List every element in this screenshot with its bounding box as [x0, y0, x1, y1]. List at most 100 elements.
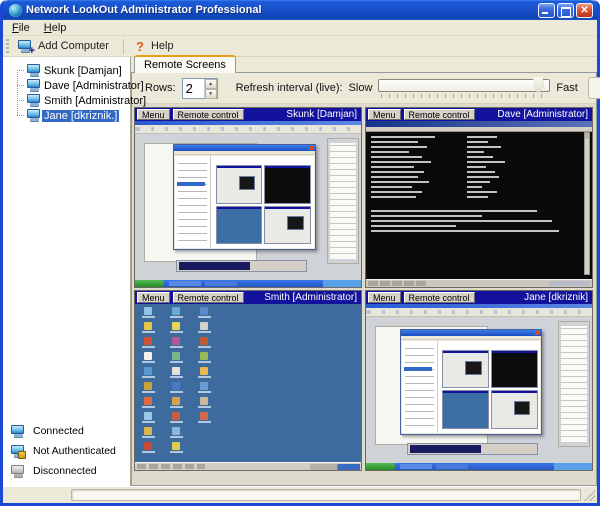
terminal-text-line — [369, 191, 582, 193]
desktop-icon — [167, 322, 187, 334]
desktop-icon — [167, 352, 187, 364]
panel-header: Menu Remote control Jane [dkriznik] — [366, 291, 592, 304]
remote-screens-page: Rows: 2 ▲ ▼ Refresh interval (live): Slo… — [131, 73, 597, 486]
minimize-button[interactable] — [538, 3, 555, 18]
desktop-icon — [167, 442, 187, 454]
panel-menu-button[interactable]: Menu — [137, 292, 170, 303]
desktop-icon — [195, 337, 215, 349]
terminal-text-line — [369, 210, 582, 212]
terminal-text-line — [369, 141, 582, 143]
tab-remote-screens[interactable]: Remote Screens — [134, 55, 236, 73]
desktop-icon — [139, 367, 159, 379]
computer-plus-icon — [17, 40, 33, 53]
tree-item-smith[interactable]: Smith [Administrator] — [3, 93, 130, 108]
terminal-text-line — [369, 230, 582, 232]
remote-panel-skunk: Menu Remote control Skunk [Damjan] — [134, 107, 362, 288]
panel-remote-control-button[interactable]: Remote control — [173, 109, 244, 120]
desktop-icon — [139, 427, 159, 439]
terminal-text-line — [369, 166, 582, 168]
desktop-icon — [195, 412, 215, 424]
remote-screen-thumbnail-skunk[interactable] — [135, 121, 361, 287]
menu-file[interactable]: File — [5, 21, 37, 35]
panel-computer-name: Smith [Administrator] — [247, 292, 359, 303]
refresh-interval-slider[interactable] — [378, 76, 550, 100]
status-field — [71, 489, 581, 501]
close-button[interactable] — [576, 3, 593, 18]
panel-computer-name: Jane [dkriznik] — [478, 292, 590, 303]
panel-remote-control-button[interactable]: Remote control — [404, 109, 475, 120]
panel-computer-name: Skunk [Damjan] — [247, 109, 359, 120]
desktop-icon — [139, 382, 159, 394]
scrollbar — [584, 132, 590, 275]
controls-bar: Rows: 2 ▲ ▼ Refresh interval (live): Slo… — [132, 73, 596, 104]
help-label: Help — [151, 40, 174, 52]
terminal-text-line — [369, 196, 582, 198]
terminal-text-line — [369, 156, 582, 158]
desktop-icon — [195, 322, 215, 334]
panel-menu-button[interactable]: Menu — [368, 109, 401, 120]
desktop-icon — [167, 367, 187, 379]
terminal-text-line — [369, 186, 582, 188]
remote-screen-thumbnail-smith[interactable] — [135, 304, 361, 470]
computer-tree-sidebar: Skunk [Damjan] Dave [Administrator] Smit… — [3, 57, 131, 486]
panel-menu-button[interactable]: Menu — [368, 292, 401, 303]
toolbar-grip[interactable] — [6, 39, 9, 54]
desktop-icon — [167, 382, 187, 394]
window-title: Network LookOut Administrator Profession… — [26, 4, 538, 16]
terminal-text-line — [369, 171, 582, 173]
desktop-icon — [195, 352, 215, 364]
rows-value[interactable]: 2 — [183, 79, 204, 98]
app-window: Network LookOut Administrator Profession… — [0, 0, 600, 506]
desktop-icon — [139, 322, 159, 334]
terminal-text-line — [369, 181, 582, 183]
desktop-icon — [139, 442, 159, 454]
desktop-icon — [139, 307, 159, 319]
tree-item-jane[interactable]: Jane [dkriznik.] — [3, 108, 130, 123]
desktop-icon — [139, 397, 159, 409]
spinner-up-icon[interactable]: ▲ — [205, 79, 217, 89]
menu-bar: File Help — [3, 20, 597, 36]
desktop-icon — [195, 397, 215, 409]
computer-monitor-icon — [26, 109, 42, 122]
help-button[interactable]: ? Help — [130, 38, 182, 55]
desktop-icon — [139, 352, 159, 364]
panel-remote-control-button[interactable]: Remote control — [404, 292, 475, 303]
terminal-text-line — [369, 225, 582, 227]
spinner-down-icon[interactable]: ▼ — [205, 89, 217, 99]
rows-spinner[interactable]: 2 ▲ ▼ — [182, 78, 218, 99]
desktop-icon — [139, 412, 159, 424]
panel-computer-name: Dave [Administrator] — [478, 109, 590, 120]
terminal-text-line — [369, 151, 582, 153]
legend-connected: Connected — [10, 424, 116, 438]
terminal-text-line — [369, 146, 582, 148]
panel-menu-button[interactable]: Menu — [137, 109, 170, 120]
desktop-icon — [195, 382, 215, 394]
remote-screens-grid: Menu Remote control Skunk [Damjan] — [132, 104, 596, 485]
resize-grip[interactable] — [584, 490, 595, 501]
remote-screen-thumbnail-dave[interactable] — [366, 121, 592, 287]
status-bar — [3, 486, 597, 503]
refresh-interval-label: Refresh interval (live): — [236, 82, 343, 94]
panel-remote-control-button[interactable]: Remote control — [173, 292, 244, 303]
question-mark-icon: ? — [134, 39, 146, 54]
computer-lock-icon — [10, 445, 26, 458]
toolbar: Add Computer ? Help — [3, 36, 597, 57]
computer-connected-icon — [10, 425, 26, 438]
refresh-now-button[interactable]: Refresh now! — [588, 77, 600, 99]
desktop-icon — [167, 337, 187, 349]
desktop-icon — [195, 307, 215, 319]
terminal-text-line — [369, 220, 582, 222]
computer-tree: Skunk [Damjan] Dave [Administrator] Smit… — [3, 57, 130, 123]
panel-header: Menu Remote control Dave [Administrator] — [366, 108, 592, 121]
menu-help[interactable]: Help — [37, 21, 74, 35]
tree-item-skunk[interactable]: Skunk [Damjan] — [3, 63, 130, 78]
maximize-button[interactable] — [557, 3, 574, 18]
desktop-icon — [139, 337, 159, 349]
tree-item-dave[interactable]: Dave [Administrator] — [3, 78, 130, 93]
add-computer-button[interactable]: Add Computer — [13, 39, 117, 54]
remote-screen-thumbnail-jane[interactable] — [366, 304, 592, 470]
desktop-icon — [167, 412, 187, 424]
rows-label: Rows: — [145, 82, 176, 94]
desktop-icon — [195, 367, 215, 379]
slider-track[interactable] — [378, 79, 550, 92]
